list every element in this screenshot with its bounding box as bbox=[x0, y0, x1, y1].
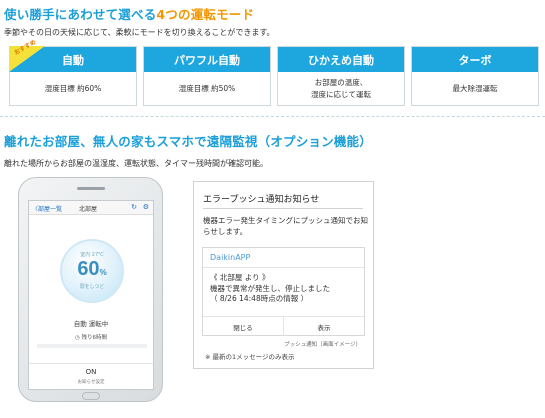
screen-divider bbox=[29, 363, 153, 364]
back-button[interactable]: 〈部屋一覧 bbox=[32, 204, 62, 213]
section-divider bbox=[0, 116, 545, 117]
humidity-value: 60% bbox=[77, 258, 107, 280]
notification-title: エラープッシュ通知お知らせ bbox=[203, 195, 320, 205]
phone-screen: 〈部屋一覧 北部屋 ↻ ⚙ 室内 27℃ 60% 弱をしつど 自動 運転中 ◷ … bbox=[28, 200, 154, 390]
push-dialog: DaikinAPP 《 北部屋 より 》 機器で異常が発生し、停止しました （ … bbox=[202, 247, 365, 336]
section-description-remote: 離れた場所からお部屋の温湿度、運転状態、タイマー残時間が確認可能。 bbox=[4, 159, 268, 168]
app-nav-bar: 〈部屋一覧 北部屋 ↻ ⚙ bbox=[29, 201, 153, 215]
image-caption: プッシュ通知（画面イメージ） bbox=[284, 342, 361, 348]
timer-remaining: ◷ 残り6時間 bbox=[74, 335, 108, 341]
gear-icon[interactable]: ⚙ bbox=[143, 203, 149, 211]
phone-speaker bbox=[77, 187, 105, 190]
title-underline bbox=[203, 208, 363, 209]
mode-name: ひかえめ自動 bbox=[278, 47, 404, 72]
info-bar bbox=[37, 344, 147, 348]
mode-name: パワフル自動 bbox=[144, 47, 270, 72]
operation-status: 自動 運転中 bbox=[73, 320, 109, 328]
mode-card-turbo: ターボ 最大除湿運転 bbox=[411, 46, 539, 106]
mode-description: 湿度目標 約60% bbox=[44, 83, 102, 93]
humidity-label: 弱をしつど bbox=[79, 284, 105, 290]
show-button[interactable]: 表示 bbox=[283, 317, 364, 336]
mode-description: 湿度目標 約50% bbox=[178, 83, 236, 93]
app-name: DaikinAPP bbox=[210, 253, 251, 262]
room-temperature: 室内 27℃ bbox=[80, 252, 104, 258]
mode-name: ターボ bbox=[412, 47, 538, 72]
notification-footnote: ※ 最新の1メッセージのみ表示 bbox=[205, 353, 295, 361]
mode-description: 最大除湿運転 bbox=[452, 83, 498, 93]
humidity-gauge: 室内 27℃ 60% 弱をしつど bbox=[60, 239, 124, 303]
dialog-message: 《 北部屋 より 》 機器で異常が発生し、停止しました （ 8/26 14:48… bbox=[210, 273, 330, 303]
power-toggle[interactable]: ON bbox=[29, 368, 153, 376]
dialog-button-row: 閉じる 表示 bbox=[203, 316, 364, 336]
title-highlight: 4つの運転モード bbox=[156, 7, 255, 22]
section-title-modes: 使い勝手にあわせて選べる4つの運転モード bbox=[4, 7, 255, 22]
notification-description: 機器エラー発生タイミングにプッシュ通知でお知らせします。 bbox=[203, 216, 368, 236]
close-button[interactable]: 閉じる bbox=[203, 317, 283, 336]
mode-card-powerful-auto: パワフル自動 湿度目標 約50% bbox=[143, 46, 271, 106]
section-title-remote: 離れたお部屋、無人の家もスマホで遠隔監視（オプション機能） bbox=[4, 134, 372, 149]
push-notification-panel: エラープッシュ通知お知らせ 機器エラー発生タイミングにプッシュ通知でお知らせしま… bbox=[193, 181, 374, 369]
mode-card-gentle-auto: ひかえめ自動 お部屋の温度、 湿度に応じて運転 bbox=[277, 46, 405, 106]
mode-description: お部屋の温度、 湿度に応じて運転 bbox=[311, 77, 371, 99]
phone-home-button bbox=[82, 392, 100, 400]
section-description-modes: 季節やその日の天候に応じて、柔軟にモードを切り換えることができます。 bbox=[4, 28, 275, 37]
phone-mockup: 〈部屋一覧 北部屋 ↻ ⚙ 室内 27℃ 60% 弱をしつど 自動 運転中 ◷ … bbox=[18, 177, 163, 402]
room-name: 北部屋 bbox=[79, 206, 98, 213]
mode-card-auto: 自動 湿度目標 約60% おすすめ bbox=[9, 39, 137, 106]
power-toggle-label: お知らせ設定 bbox=[77, 380, 105, 385]
refresh-icon[interactable]: ↻ bbox=[131, 203, 137, 211]
dialog-divider bbox=[203, 267, 364, 268]
